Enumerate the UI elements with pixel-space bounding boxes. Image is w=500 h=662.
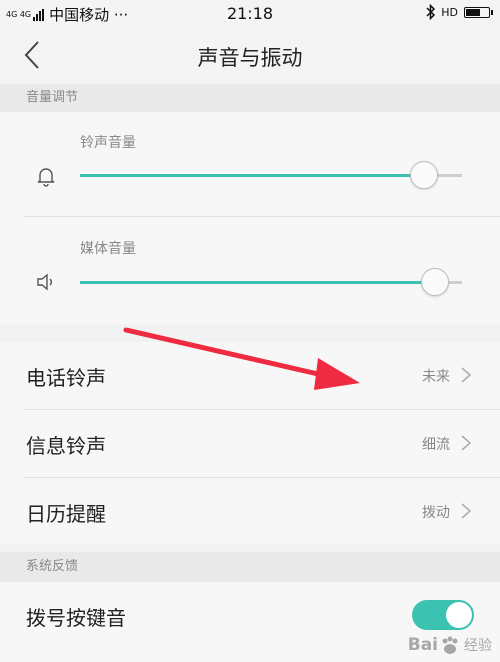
media-volume-thumb[interactable] <box>421 268 450 296</box>
row-label: 信息铃声 <box>26 434 106 458</box>
ringtone-volume-label: 铃声音量 <box>80 135 136 151</box>
chevron-right-icon <box>461 367 472 383</box>
bell-icon <box>37 168 55 187</box>
chevron-right-icon <box>461 503 472 519</box>
divider <box>24 216 500 217</box>
watermark-text-cn: 经验 <box>464 638 492 654</box>
media-volume-slider[interactable] <box>80 268 462 296</box>
volume-panel: 铃声音量 媒体音量 <box>0 112 500 324</box>
row-phone-ringtone[interactable]: 电话铃声 未来 <box>0 342 500 408</box>
row-label: 日历提醒 <box>26 502 106 526</box>
dial-tone-toggle[interactable] <box>412 600 474 630</box>
row-message-ringtone[interactable]: 信息铃声 细流 <box>0 410 500 476</box>
watermark-text: Bai <box>407 635 438 655</box>
watermark: Bai 经验 <box>408 634 492 656</box>
row-value: 细流 <box>422 437 450 453</box>
media-volume-label: 媒体音量 <box>80 241 136 257</box>
section-header-feedback: 系统反馈 <box>0 552 500 582</box>
chevron-right-icon <box>461 435 472 451</box>
media-volume-fill <box>80 281 436 284</box>
bluetooth-icon <box>426 4 436 20</box>
hd-icon: HD <box>441 5 458 19</box>
ringtone-volume-slider[interactable] <box>80 161 462 189</box>
ringtone-volume-thumb[interactable] <box>409 161 438 189</box>
toggle-knob <box>446 602 472 628</box>
row-label: 拨号按键音 <box>26 606 126 630</box>
section-header-volume: 音量调节 <box>0 84 500 112</box>
nav-bar: 声音与振动 <box>0 28 500 82</box>
row-label: 电话铃声 <box>26 366 106 390</box>
ringtone-volume-fill <box>80 174 424 177</box>
ringtone-panel: 电话铃声 未来 信息铃声 细流 日历提醒 拨动 <box>0 342 500 544</box>
status-bar: 4G 4G 中国移动 ··· 21:18 HD <box>0 0 500 28</box>
battery-icon <box>464 6 493 18</box>
speaker-icon <box>37 273 52 291</box>
paw-logo-icon <box>442 636 458 654</box>
page-title: 声音与振动 <box>197 46 303 70</box>
row-value: 未来 <box>422 369 450 385</box>
row-calendar-reminder[interactable]: 日历提醒 拨动 <box>0 478 500 544</box>
row-value: 拨动 <box>422 505 450 521</box>
status-right: HD <box>425 4 493 20</box>
